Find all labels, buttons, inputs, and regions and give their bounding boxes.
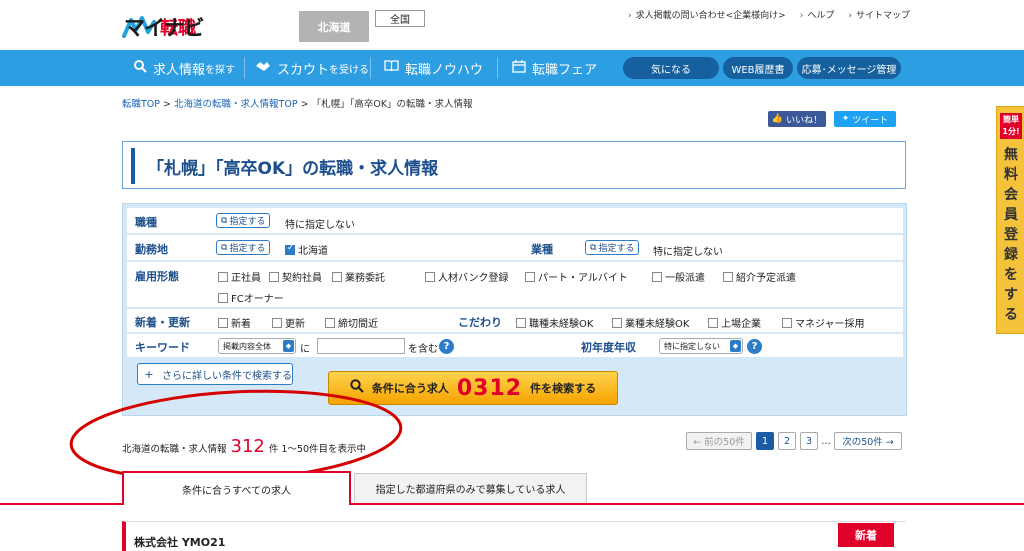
- page-title: 「札幌」「高卒OK」の転職・求人情報: [147, 158, 439, 179]
- employment-option[interactable]: 紹介予定派遣: [723, 269, 796, 284]
- nav-divider: [244, 57, 245, 79]
- help-icon[interactable]: ?: [439, 339, 454, 354]
- tab-prefecture-only[interactable]: 指定した都道府県のみで募集している求人: [354, 473, 587, 503]
- keyword-scope-select[interactable]: 掲載内容全体 ◆: [218, 338, 296, 354]
- employment-option[interactable]: 業務委託: [332, 269, 385, 284]
- annotation-circle: [69, 389, 403, 483]
- page-3[interactable]: 3: [800, 432, 818, 450]
- calendar-icon: [512, 59, 526, 77]
- kodawari-option[interactable]: 職種未経験OK: [516, 315, 593, 330]
- employment-option[interactable]: 正社員: [218, 269, 261, 284]
- keyword-input[interactable]: [317, 338, 405, 354]
- salary-select[interactable]: 特に指定しない ◆: [659, 338, 743, 354]
- location-checkbox-hokkaido[interactable]: 北海道: [285, 242, 328, 257]
- row-job-type: 職種 指定する 特に指定しない: [127, 208, 903, 234]
- nav-knowhow[interactable]: 転職ノウハウ: [384, 50, 483, 86]
- job-type-value: 特に指定しない: [285, 220, 355, 231]
- new-option[interactable]: 更新: [272, 315, 305, 330]
- employment-label: 雇用形態: [135, 270, 179, 283]
- row-new-kodawari: 新着・更新 新着 更新 締切間近 こだわり 職種未経験OK 業種未経験OK 上場…: [127, 309, 903, 333]
- register-label: 無料会員登録をする: [1004, 147, 1018, 323]
- next-page-button[interactable]: 次の50件 →: [834, 432, 902, 450]
- job-type-label: 職種: [135, 216, 157, 229]
- kodawari-label: こだわり: [458, 316, 502, 329]
- job-listing-card[interactable]: 株式会社 YMO21: [122, 521, 906, 551]
- messages-pill[interactable]: 応募･メッセージ管理: [797, 57, 901, 79]
- nav-search-jobs[interactable]: 求人情報 を探す: [134, 50, 235, 86]
- industry-pick-button[interactable]: 指定する: [585, 240, 640, 255]
- salary-label: 初年度年収: [581, 341, 636, 354]
- industry-label: 業種: [531, 243, 553, 256]
- favorites-pill[interactable]: 気になる: [623, 57, 719, 79]
- employment-option[interactable]: 一般派遣: [652, 269, 705, 284]
- nav-divider: [370, 57, 371, 79]
- kodawari-option[interactable]: マネジャー採用: [782, 315, 865, 330]
- breadcrumb-current: 「札幌」「高卒OK」の転職・求人情報: [311, 99, 473, 110]
- breadcrumb-top[interactable]: 転職TOP: [122, 99, 160, 110]
- plus-icon: +: [144, 367, 154, 381]
- match-count: 0312: [456, 375, 523, 401]
- tweet-button[interactable]: ✦ ツイート: [834, 111, 896, 127]
- company-name[interactable]: 株式会社 YMO21: [134, 534, 225, 550]
- new-badge: 新着: [838, 523, 894, 547]
- location-label: 勤務地: [135, 243, 168, 256]
- link-help[interactable]: ヘルプ: [800, 8, 834, 21]
- nav-fair[interactable]: 転職フェア: [512, 50, 597, 86]
- site-logo[interactable]: マイナビ 転職: [122, 12, 205, 42]
- page-2[interactable]: 2: [778, 432, 796, 450]
- employment-option[interactable]: 人材バンク登録: [425, 269, 509, 284]
- easy-badge: 簡単 1分!: [1000, 113, 1022, 139]
- site-header: マイナビ 転職 北海道 全国 求人掲載の問い合わせ<企業様向け> ヘルプ サイト…: [0, 0, 1024, 50]
- link-corporate-inquiry[interactable]: 求人掲載の問い合わせ<企業様向け>: [628, 8, 786, 21]
- job-type-pick-button[interactable]: 指定する: [216, 213, 271, 228]
- row-employment: 雇用形態 正社員 契約社員 業務委託 人材バンク登録 パート・アルバイト 一般派…: [127, 262, 903, 308]
- help-icon[interactable]: ?: [747, 339, 762, 354]
- row-keyword: キーワード 掲載内容全体 ◆ に を含む ? 初年度年収 特に指定しない ◆ ?: [127, 334, 903, 358]
- tab-all-jobs[interactable]: 条件に合うすべての求人: [122, 471, 351, 505]
- new-option[interactable]: 新着: [218, 315, 251, 330]
- kodawari-option[interactable]: 上場企業: [708, 315, 761, 330]
- industry-value: 特に指定しない: [653, 247, 723, 258]
- top-links: 求人掲載の問い合わせ<企業様向け> ヘルプ サイトマップ: [628, 8, 910, 21]
- keyword-label: キーワード: [135, 341, 190, 354]
- web-resume-pill[interactable]: WEB履歴書: [723, 57, 793, 79]
- breadcrumb-hokkaido[interactable]: 北海道の転職・求人情報TOP: [174, 99, 298, 110]
- main-nav: 求人情報 を探す スカウト を受ける 転職ノウハウ 転職フェア 気になる WEB履歴…: [0, 50, 1024, 86]
- breadcrumb: 転職TOP > 北海道の転職・求人情報TOP > 「札幌」「高卒OK」の転職・求…: [122, 99, 473, 110]
- kodawari-option[interactable]: 業種未経験OK: [612, 315, 689, 330]
- prev-page-button[interactable]: ← 前の50件: [686, 432, 752, 450]
- page-ellipsis: …: [821, 432, 831, 450]
- all-japan-button[interactable]: 全国: [375, 10, 425, 27]
- title-accent-bar: [131, 148, 135, 184]
- search-icon: [134, 59, 147, 77]
- nav-divider: [497, 57, 498, 79]
- employment-option[interactable]: パート・アルバイト: [525, 269, 628, 284]
- checked-icon: [285, 243, 295, 255]
- detail-search-button[interactable]: + さらに詳しい条件で検索する: [137, 363, 293, 385]
- row-location: 勤務地 指定する 北海道 業種 指定する 特に指定しない: [127, 235, 903, 261]
- search-panel: 職種 指定する 特に指定しない 勤務地 指定する 北海道 業種 指定する 特に指…: [122, 203, 907, 416]
- logo-text: マイナビ: [124, 16, 205, 40]
- new-option[interactable]: 締切間近: [325, 315, 378, 330]
- pagination: ← 前の50件 1 2 3 … 次の50件 →: [686, 432, 902, 450]
- member-register-tab[interactable]: 簡単 1分! 無料会員登録をする: [996, 106, 1024, 334]
- facebook-like-button[interactable]: 👍 いいね！: [768, 111, 826, 127]
- thumbs-up-icon: 👍: [771, 114, 784, 124]
- nav-scout[interactable]: スカウト を受ける: [255, 50, 369, 86]
- location-pick-button[interactable]: 指定する: [216, 240, 271, 255]
- region-button[interactable]: 北海道: [299, 11, 369, 42]
- new-label: 新着・更新: [135, 316, 190, 329]
- book-icon: [384, 60, 399, 76]
- select-arrow-icon: ◆: [283, 340, 294, 352]
- page-1[interactable]: 1: [756, 432, 774, 450]
- twitter-bird-icon: ✦: [841, 114, 850, 124]
- select-arrow-icon: ◆: [730, 340, 741, 352]
- page-title-box: 「札幌」「高卒OK」の転職・求人情報: [122, 141, 906, 189]
- employment-option[interactable]: 契約社員: [269, 269, 322, 284]
- handshake-icon: [255, 60, 271, 76]
- link-sitemap[interactable]: サイトマップ: [848, 8, 910, 21]
- employment-option[interactable]: FCオーナー: [218, 290, 284, 305]
